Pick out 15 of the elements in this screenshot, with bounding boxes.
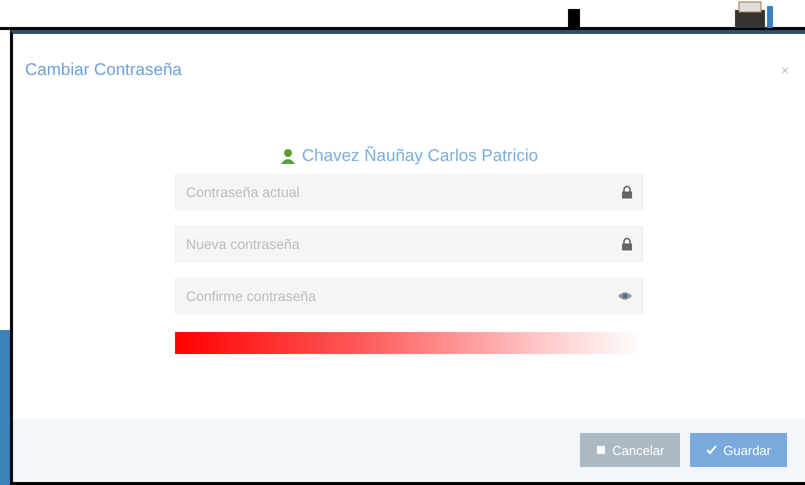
printer-icon[interactable] bbox=[733, 0, 773, 28]
password-field[interactable]: Confirme contraseña bbox=[175, 278, 643, 314]
eye-icon[interactable] bbox=[617, 290, 633, 302]
check-icon bbox=[706, 445, 718, 455]
lock-icon bbox=[621, 186, 633, 198]
stop-icon bbox=[596, 445, 606, 455]
lock-icon bbox=[621, 238, 633, 250]
user-icon bbox=[280, 148, 296, 164]
user-name: Chavez Ñauñay Carlos Patricio bbox=[302, 146, 538, 166]
save-button[interactable]: Guardar bbox=[690, 433, 787, 467]
cancel-button[interactable]: Cancelar bbox=[580, 433, 680, 467]
password-field[interactable]: Contraseña actual bbox=[175, 174, 643, 210]
modal-title: Cambiar Contraseña bbox=[25, 60, 182, 80]
close-button[interactable]: × bbox=[780, 62, 789, 78]
password-field[interactable]: Nueva contraseña bbox=[175, 226, 643, 262]
